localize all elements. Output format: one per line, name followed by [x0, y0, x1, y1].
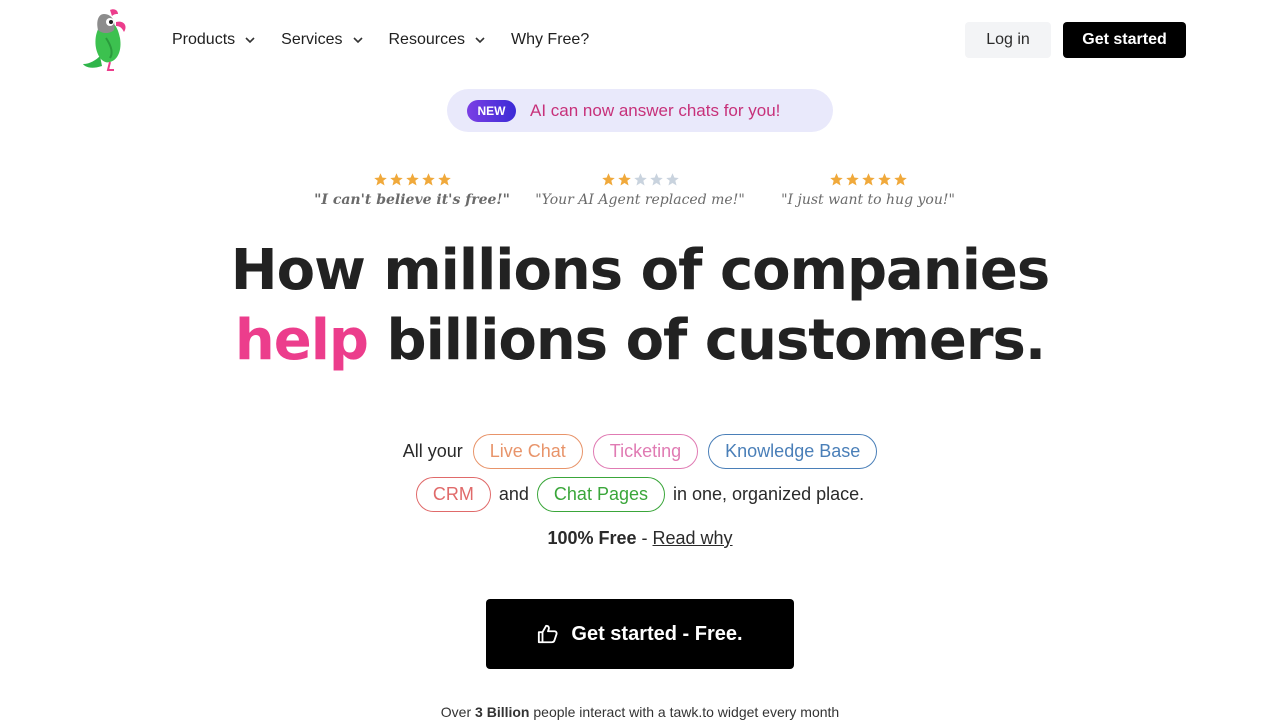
star-filled-icon: [373, 173, 387, 186]
free-bold: 100% Free: [547, 528, 637, 548]
star-empty-icon: [633, 173, 647, 186]
star-filled-icon: [845, 173, 859, 186]
footnote-pre: Over: [440, 704, 476, 720]
star-filled-icon: [601, 173, 615, 186]
nav-resources[interactable]: Resources: [389, 28, 487, 52]
nav-why-free-label: Why Free?: [510, 31, 590, 48]
chip-ticketing[interactable]: Ticketing: [592, 434, 699, 469]
cta-label: Get started - Free.: [571, 622, 743, 645]
parrot-logo-icon[interactable]: [80, 8, 140, 72]
star-filled-icon: [861, 173, 875, 186]
announcement-text: AI can now answer chats for you!: [530, 100, 781, 120]
review-3: "I just want to hug you!": [748, 172, 988, 208]
headline-line-1: How millions of companies: [230, 238, 1050, 303]
features-prefix: All your: [402, 441, 463, 461]
thumbs-up-icon: [538, 624, 558, 644]
chip-chat-pages[interactable]: Chat Pages: [536, 477, 665, 512]
free-sep: -: [636, 528, 653, 548]
chip-live-chat[interactable]: Live Chat: [472, 434, 583, 469]
features-suffix: in one, organized place.: [672, 484, 865, 504]
features-and: and: [498, 484, 529, 504]
star-filled-icon: [829, 173, 843, 186]
headline-highlight: help: [234, 308, 369, 373]
announcement-banner[interactable]: NEW AI can now answer chats for you!: [447, 89, 833, 132]
review-1: "I can't believe it's free!": [292, 172, 532, 208]
top-nav: Products Services Resources Why Free? Lo…: [0, 0, 1280, 80]
get-started-free-button[interactable]: Get started - Free.: [486, 599, 794, 669]
star-filled-icon: [389, 173, 403, 186]
footnote-post: people interact with a tawk.to widget ev…: [529, 704, 840, 720]
nav-services[interactable]: Services: [281, 28, 364, 52]
review-quote: "I can't believe it's free!": [314, 192, 510, 208]
nav-menu: Products Services Resources Why Free?: [172, 28, 613, 52]
chevron-down-icon: [245, 37, 255, 44]
star-filled-icon: [421, 173, 435, 186]
headline-line-2: billions of customers.: [368, 308, 1047, 373]
footnote: Over 3 Billion people interact with a ta…: [0, 704, 1280, 720]
nav-products-label: Products: [172, 31, 236, 48]
star-empty-icon: [649, 173, 663, 186]
review-quote: "Your AI Agent replaced me!": [535, 192, 745, 208]
star-empty-icon: [665, 173, 679, 186]
hero-headline: How millions of companies help billions …: [0, 236, 1280, 376]
new-badge: NEW: [467, 99, 516, 122]
read-why-link[interactable]: Read why: [653, 528, 733, 548]
star-filled-icon: [893, 173, 907, 186]
chip-knowledge-base[interactable]: Knowledge Base: [708, 434, 878, 469]
star-rating: [748, 172, 988, 190]
star-rating: [520, 172, 760, 190]
nav-services-label: Services: [281, 31, 343, 48]
features-row-1: All your Live Chat Ticketing Knowledge B…: [0, 434, 1280, 469]
chip-crm[interactable]: CRM: [415, 477, 491, 512]
star-rating: [292, 172, 532, 190]
chevron-down-icon: [352, 37, 363, 44]
features-row-2: CRM and Chat Pages in one, organized pla…: [0, 477, 1280, 512]
login-button[interactable]: Log in: [965, 22, 1051, 58]
nav-products[interactable]: Products: [172, 28, 257, 52]
footnote-bold: 3 Billion: [475, 704, 530, 720]
star-filled-icon: [877, 173, 891, 186]
get-started-button[interactable]: Get started: [1063, 22, 1186, 58]
nav-why-free[interactable]: Why Free?: [511, 28, 589, 52]
reviews-row: "I can't believe it's free!" "Your AI Ag…: [0, 172, 1280, 212]
review-2: "Your AI Agent replaced me!": [520, 172, 760, 208]
chevron-down-icon: [475, 37, 485, 44]
review-quote: "I just want to hug you!": [781, 192, 955, 208]
star-filled-icon: [405, 173, 419, 186]
star-filled-icon: [437, 173, 451, 186]
free-line: 100% Free - Read why: [0, 528, 1280, 549]
nav-resources-label: Resources: [388, 31, 465, 48]
star-filled-icon: [617, 173, 631, 186]
